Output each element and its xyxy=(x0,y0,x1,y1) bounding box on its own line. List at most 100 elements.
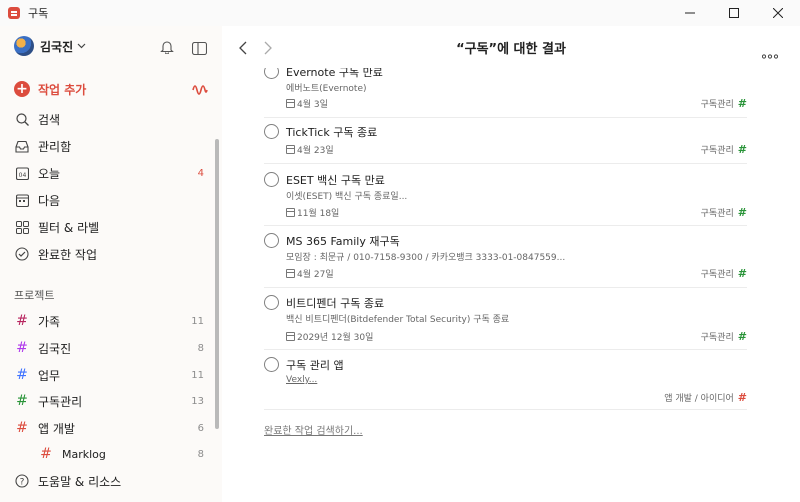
task-project[interactable]: 구독관리 # xyxy=(701,330,747,343)
maximize-button[interactable] xyxy=(712,0,756,26)
sidebar-project-work[interactable]: # 업무 11 xyxy=(14,363,210,387)
task-project[interactable]: 앱 개발 / 아이디어 # xyxy=(664,391,747,404)
calendar-icon xyxy=(286,208,295,217)
add-task-icon: + xyxy=(14,81,30,97)
project-hash-icon: # xyxy=(737,391,747,404)
projects-heading[interactable]: 프로젝트 xyxy=(14,287,54,303)
task-item[interactable]: 비트디펜더 구독 종료 백신 비트디펜더(Bitdefender Total S… xyxy=(264,288,747,350)
add-task-label: 작업 추가 xyxy=(38,82,87,97)
project-count: 8 xyxy=(197,342,204,354)
sidebar-item-inbox[interactable]: 관리함 xyxy=(14,134,210,158)
main-content: “구독”에 대한 결과 Evernote 구독 만료 에버노트(Evernote… xyxy=(222,26,800,502)
project-label: 업무 xyxy=(38,368,61,383)
user-name: 김국진 xyxy=(40,39,74,54)
task-item[interactable]: ESET 백신 구독 만료 이셋(ESET) 백신 구독 종료일... 11월 … xyxy=(264,164,747,226)
notifications-button[interactable] xyxy=(160,39,174,58)
sidebar-project-marklog[interactable]: # Marklog 8 xyxy=(38,442,210,466)
task-description: 이셋(ESET) 백신 구독 종료일... xyxy=(286,192,408,202)
user-menu[interactable]: 김국진 xyxy=(14,36,86,56)
task-due-date: 11월 18일 xyxy=(286,206,339,219)
task-checkbox[interactable] xyxy=(264,357,279,372)
project-count: 11 xyxy=(191,315,204,327)
upcoming-icon xyxy=(14,192,30,208)
more-options-button[interactable] xyxy=(761,44,779,63)
project-count: 11 xyxy=(191,369,204,381)
sidebar-item-label: 관리함 xyxy=(38,139,72,154)
task-title: 구독 관리 앱 xyxy=(286,359,344,372)
project-hash-icon: # xyxy=(16,367,28,383)
calendar-icon xyxy=(286,269,295,278)
task-title: MS 365 Family 재구독 xyxy=(286,235,400,248)
project-count: 6 xyxy=(197,422,204,434)
task-description: 모임장 : 최문규 / 010-7158-9300 / 카카오뱅크 3333-0… xyxy=(286,253,566,263)
project-count: 13 xyxy=(191,395,204,407)
sidebar-item-label: 오늘 xyxy=(38,166,61,181)
search-completed-tasks-link[interactable]: 완료한 작업 검색하기... xyxy=(264,422,363,437)
project-hash-icon: # xyxy=(737,267,747,280)
task-due-date: 4월 27일 xyxy=(286,267,334,280)
project-hash-icon: # xyxy=(16,340,28,356)
task-project[interactable]: 구독관리 # xyxy=(701,143,747,156)
maximize-icon xyxy=(729,8,739,18)
completed-icon xyxy=(14,246,30,262)
project-label: 김국진 xyxy=(38,341,72,356)
search-icon xyxy=(14,111,30,127)
task-item[interactable]: 구독 관리 앱 Vexly... 앱 개발 / 아이디어 # xyxy=(264,350,747,410)
task-checkbox[interactable] xyxy=(264,172,279,187)
task-description: 에버노트(Evernote) xyxy=(286,84,367,94)
task-checkbox[interactable] xyxy=(264,124,279,139)
sidebar: 김국진 + 작업 추가 검색 관리함 04 오늘 4 다음 필터 & 라벨 완료… xyxy=(0,26,222,502)
window-controls xyxy=(668,0,800,26)
project-hash-icon: # xyxy=(40,446,52,462)
sidebar-item-completed[interactable]: 완료한 작업 xyxy=(14,242,210,266)
sidebar-panel-icon xyxy=(191,41,208,56)
task-description: 백신 비트디펜더(Bitdefender Total Security) 구독 … xyxy=(286,315,510,325)
svg-text:?: ? xyxy=(20,478,25,488)
today-count: 4 xyxy=(197,167,204,179)
today-icon: 04 xyxy=(14,165,30,181)
chevron-down-icon xyxy=(77,43,86,49)
sidebar-item-search[interactable]: 검색 xyxy=(14,107,210,131)
close-window-button[interactable] xyxy=(756,0,800,26)
project-hash-icon: # xyxy=(16,313,28,329)
task-due-date: 4월 3일 xyxy=(286,97,328,110)
sidebar-project-kimgukjin[interactable]: # 김국진 8 xyxy=(14,336,210,360)
task-title: 비트디펜더 구독 종료 xyxy=(286,297,385,310)
project-label: 구독관리 xyxy=(38,394,83,409)
task-project[interactable]: 구독관리 # xyxy=(701,206,747,219)
task-project[interactable]: 구독관리 # xyxy=(701,267,747,280)
inbox-icon xyxy=(14,138,30,154)
sidebar-project-family[interactable]: # 가족 11 xyxy=(14,309,210,333)
sidebar-item-label: 검색 xyxy=(38,112,61,127)
calendar-icon xyxy=(286,99,295,108)
task-due-date: 2029년 12월 30일 xyxy=(286,330,373,343)
task-title: TickTick 구독 종료 xyxy=(286,126,378,139)
sidebar-project-app-dev[interactable]: # 앱 개발 6 xyxy=(14,416,210,440)
task-description[interactable]: Vexly... xyxy=(286,375,317,385)
minimize-icon xyxy=(685,12,695,14)
task-checkbox[interactable] xyxy=(264,233,279,248)
project-label: 가족 xyxy=(38,314,61,329)
add-task-button[interactable]: + 작업 추가 xyxy=(14,77,210,101)
task-title: ESET 백신 구독 만료 xyxy=(286,174,385,187)
window-title: 구독 xyxy=(28,7,49,20)
help-icon: ? xyxy=(14,473,30,489)
project-label: Marklog xyxy=(62,447,106,461)
task-item[interactable]: TickTick 구독 종료 4월 23일 구독관리 # xyxy=(264,118,747,164)
task-checkbox[interactable] xyxy=(264,295,279,310)
todoist-logo-icon xyxy=(8,7,20,19)
sidebar-item-filters[interactable]: 필터 & 라벨 xyxy=(14,215,210,239)
task-project[interactable]: 구독관리 # xyxy=(701,97,747,110)
task-item[interactable]: MS 365 Family 재구독 모임장 : 최문규 / 010-7158-9… xyxy=(264,226,747,288)
sidebar-scrollbar[interactable] xyxy=(215,139,219,429)
help-resources-button[interactable]: ? 도움말 & 리소스 xyxy=(14,469,210,493)
sidebar-item-label: 필터 & 라벨 xyxy=(38,220,100,235)
minimize-button[interactable] xyxy=(668,0,712,26)
sidebar-item-today[interactable]: 04 오늘 4 xyxy=(14,161,210,185)
sidebar-item-upcoming[interactable]: 다음 xyxy=(14,188,210,212)
sidebar-project-subscriptions[interactable]: # 구독관리 13 xyxy=(14,389,210,413)
title-bar: 구독 xyxy=(0,0,800,26)
waveform-icon[interactable] xyxy=(192,81,208,103)
toggle-sidebar-button[interactable] xyxy=(191,40,208,59)
project-count: 8 xyxy=(197,448,204,460)
